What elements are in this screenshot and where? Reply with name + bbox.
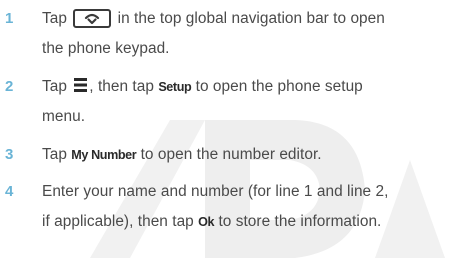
step-text: Enter your name and number (for line 1 a… xyxy=(42,177,464,237)
keyword-setup: Setup xyxy=(158,80,192,94)
step-text-part: if applicable), then tap xyxy=(42,213,199,230)
keyword-my-number: My Number xyxy=(71,148,137,162)
step-text-line: menu. xyxy=(42,108,86,125)
keyword-ok: Ok xyxy=(198,215,215,229)
step-text-part: Tap xyxy=(42,10,72,27)
step-text-part: Tap xyxy=(42,78,72,95)
step-text-part: , then tap xyxy=(89,78,159,95)
step-number: 2 xyxy=(5,78,14,95)
phone-keypad-icon xyxy=(73,9,112,28)
step-text-line: Enter your name and number (for line 1 a… xyxy=(42,183,389,200)
step-text-part: to open the number editor. xyxy=(136,146,322,163)
step-text-part: to store the information. xyxy=(214,213,382,230)
step-number: 4 xyxy=(5,183,14,200)
step-text: Tap , then tap Setup to open the phone s… xyxy=(42,72,464,132)
step-text-part: to open the phone setup xyxy=(191,78,363,95)
step-text: Tap My Number to open the number editor. xyxy=(42,140,464,170)
step-text-part: Tap xyxy=(42,146,72,163)
step-text-part: in the top global navigation bar to open xyxy=(113,10,385,27)
step-text: Tap in the top global navigation bar to … xyxy=(42,4,464,64)
step-number: 1 xyxy=(5,10,14,27)
step-number: 3 xyxy=(5,146,14,163)
step-text-line: the phone keypad. xyxy=(42,40,170,57)
menu-icon xyxy=(74,78,88,92)
